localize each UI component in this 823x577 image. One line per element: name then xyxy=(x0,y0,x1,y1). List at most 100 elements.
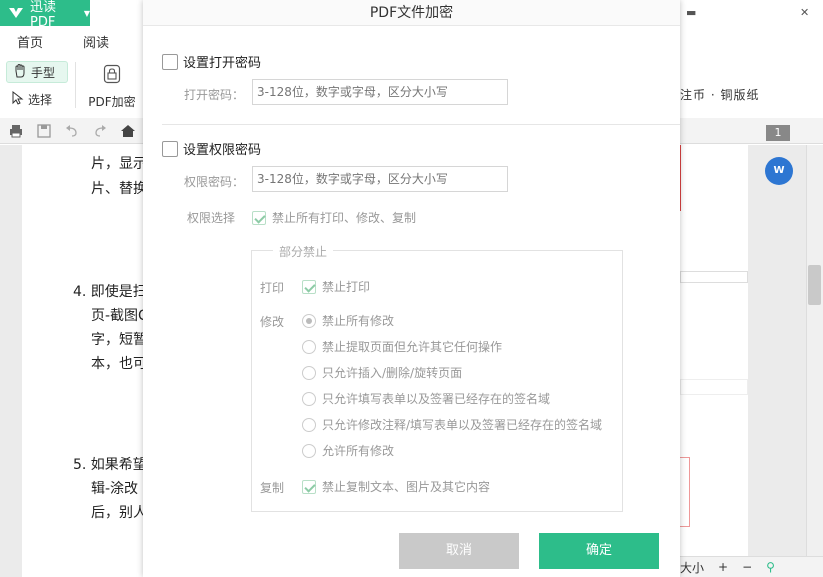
hand-tool-label: 手型 xyxy=(31,65,56,80)
permission-password-field-label: 权限密码： xyxy=(184,175,245,189)
ribbon-divider xyxy=(75,62,76,108)
red-frame-mark xyxy=(680,145,681,211)
status-bar: 大小 + − ⚲ xyxy=(680,556,823,577)
ok-button[interactable]: 确定 xyxy=(539,533,659,569)
ban-copy-label: 禁止复制文本、图片及其它内容 xyxy=(322,480,491,494)
ban-copy-option[interactable]: 禁止复制文本、图片及其它内容 xyxy=(302,478,490,495)
modify-radio[interactable] xyxy=(302,313,316,328)
save-icon[interactable] xyxy=(36,123,52,139)
open-password-label: 设置打开密码 xyxy=(183,56,262,71)
doc-line: 5. 如果希望 xyxy=(73,457,147,473)
permission-password-input[interactable] xyxy=(252,166,508,192)
modify-option-label: 只允许插入/删除/旋转页面 xyxy=(322,366,463,380)
zoom-out-button[interactable]: − xyxy=(742,560,752,574)
permission-password-checkbox[interactable] xyxy=(162,140,178,157)
pdf-encrypt-button[interactable]: PDF加密 xyxy=(86,64,138,110)
pdf-encrypt-label: PDF加密 xyxy=(88,95,136,109)
chevron-down-icon: ▼ xyxy=(83,8,90,18)
modify-radio[interactable] xyxy=(302,365,316,380)
ban-print-option[interactable]: 禁止打印 xyxy=(302,278,370,295)
hand-icon xyxy=(13,63,27,81)
ban-print-checkbox[interactable] xyxy=(302,279,316,294)
open-password-toggle[interactable]: 设置打开密码 xyxy=(162,52,261,71)
permission-password-label: 设置权限密码 xyxy=(183,143,262,158)
dialog-title: PDF文件加密 xyxy=(143,0,680,26)
pin-icon[interactable]: ⚲ xyxy=(766,560,775,574)
quick-access-bar xyxy=(0,118,143,144)
open-password-checkbox[interactable] xyxy=(162,53,178,70)
document-area-left: 片，显示 片、替换 4. 即使是扫 页-截图C 字，短暂 本，也可 5. 如果希… xyxy=(0,145,148,577)
ban-all-label: 禁止所有打印、修改、复制 xyxy=(272,211,417,225)
doc-line: 字，短暂 xyxy=(91,332,147,348)
app-brand[interactable]: 迅读PDF ▼ xyxy=(0,0,90,30)
doc-line: 后，别人 xyxy=(91,505,147,521)
home-icon[interactable] xyxy=(120,123,136,139)
modify-option-label: 禁止提取页面但允许其它任何操作 xyxy=(322,340,503,354)
modify-option[interactable]: 禁止所有修改 xyxy=(302,312,394,329)
redo-icon[interactable] xyxy=(92,123,108,139)
ban-all-option[interactable]: 禁止所有打印、修改、复制 xyxy=(252,209,416,226)
modify-radio[interactable] xyxy=(302,443,316,458)
undo-icon[interactable] xyxy=(64,123,80,139)
tab-home[interactable]: 首页 xyxy=(0,26,65,54)
doc-line: 本，也可 xyxy=(91,356,147,372)
select-tool-button[interactable]: 选择 xyxy=(12,90,53,108)
ban-copy-checkbox[interactable] xyxy=(302,479,316,494)
preview-box xyxy=(680,271,748,283)
zoom-label[interactable]: 大小 xyxy=(680,559,704,576)
minimize-icon[interactable]: ▬ xyxy=(686,6,696,19)
modify-radio[interactable] xyxy=(302,339,316,354)
hand-tool-button[interactable]: 手型 xyxy=(6,61,68,83)
doc-line: 片，显示 xyxy=(91,156,147,172)
modify-option[interactable]: 允许所有修改 xyxy=(302,442,394,459)
modify-option-label: 只允许填写表单以及签署已经存在的签名域 xyxy=(322,392,551,406)
copy-label: 复制 xyxy=(260,481,285,495)
modify-option[interactable]: 只允许填写表单以及签署已经存在的签名域 xyxy=(302,390,550,407)
app-logo-icon xyxy=(8,6,24,20)
print-label: 打印 xyxy=(260,281,285,295)
open-password-input[interactable] xyxy=(252,79,508,105)
right-toolbar-strip xyxy=(680,118,823,144)
close-icon[interactable]: ✕ xyxy=(800,6,809,19)
modify-option-label: 允许所有修改 xyxy=(322,444,395,458)
tab-read[interactable]: 阅读 xyxy=(65,26,130,54)
modify-option[interactable]: 只允许修改注释/填写表单以及签署已经存在的签名域 xyxy=(302,416,602,433)
modify-option[interactable]: 只允许插入/删除/旋转页面 xyxy=(302,364,462,381)
cursor-icon xyxy=(12,90,24,108)
doc-line: 页-截图C xyxy=(91,308,148,324)
doc-line: 辑-涂改 xyxy=(91,481,139,497)
select-tool-label: 选择 xyxy=(28,93,53,107)
ban-print-label: 禁止打印 xyxy=(322,280,371,294)
window-controls: ▬ ✕ xyxy=(680,0,823,26)
doc-line: 片、替换 xyxy=(91,181,147,197)
ocr-icon[interactable]: W xyxy=(765,157,793,185)
doc-line: 4. 即使是扫 xyxy=(73,284,147,300)
page-number-box[interactable]: 1 xyxy=(766,125,790,141)
cancel-button[interactable]: 取消 xyxy=(399,533,519,569)
vertical-scrollbar[interactable] xyxy=(806,145,823,556)
ban-all-checkbox[interactable] xyxy=(252,210,266,225)
ribbon-right-partial: 注币 · 铜版纸 xyxy=(680,88,760,102)
modify-radio[interactable] xyxy=(302,417,316,432)
document-area-right xyxy=(680,145,823,556)
modify-radio[interactable] xyxy=(302,391,316,406)
open-password-field-label: 打开密码： xyxy=(184,88,245,102)
dialog-body: 设置打开密码 打开密码： 设置权限密码 权限密码： 权限选择 禁止所有打印、修改… xyxy=(143,31,680,577)
modify-option-label: 禁止所有修改 xyxy=(322,314,395,328)
permission-password-toggle[interactable]: 设置权限密码 xyxy=(162,139,261,158)
scrollbar-thumb[interactable] xyxy=(808,265,821,305)
zoom-in-button[interactable]: + xyxy=(718,560,728,574)
print-icon[interactable] xyxy=(8,123,24,139)
red-frame-mark xyxy=(680,457,690,527)
document-page-thumbnail xyxy=(680,145,748,556)
modify-label: 修改 xyxy=(260,315,285,329)
modify-option[interactable]: 禁止提取页面但允许其它任何操作 xyxy=(302,338,502,355)
lock-icon xyxy=(86,64,138,87)
pdf-encrypt-dialog: PDF文件加密 设置打开密码 打开密码： 设置权限密码 权限密码： 权限选择 禁… xyxy=(143,0,680,577)
menu-tabs: 首页 阅读 xyxy=(0,26,143,54)
permission-choice-label: 权限选择 xyxy=(187,211,236,225)
preview-box xyxy=(680,379,748,395)
section-divider xyxy=(162,124,680,125)
modify-option-label: 只允许修改注释/填写表单以及签署已经存在的签名域 xyxy=(322,418,603,432)
partial-ban-legend: 部分禁止 xyxy=(273,243,334,260)
